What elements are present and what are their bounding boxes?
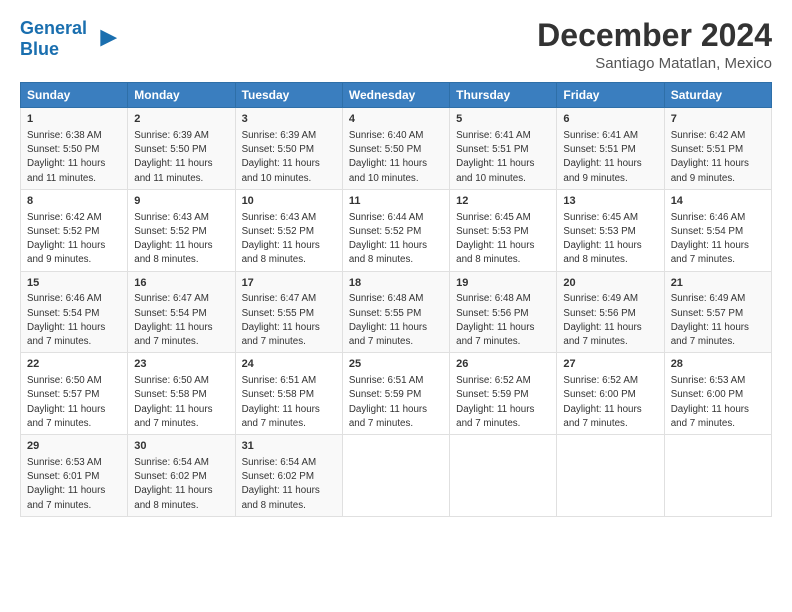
table-row: 24Sunrise: 6:51 AMSunset: 5:58 PMDayligh… [235,353,342,435]
table-row: 18Sunrise: 6:48 AMSunset: 5:55 PMDayligh… [342,271,449,353]
table-row: 7Sunrise: 6:42 AMSunset: 5:51 PMDaylight… [664,108,771,190]
calendar-week-row: 15Sunrise: 6:46 AMSunset: 5:54 PMDayligh… [21,271,772,353]
header: General Blue December 2024 Santiago Mata… [20,18,772,72]
table-row: 23Sunrise: 6:50 AMSunset: 5:58 PMDayligh… [128,353,235,435]
calendar-table: Sunday Monday Tuesday Wednesday Thursday… [20,82,772,517]
table-row: 11Sunrise: 6:44 AMSunset: 5:52 PMDayligh… [342,189,449,271]
table-row: 17Sunrise: 6:47 AMSunset: 5:55 PMDayligh… [235,271,342,353]
calendar-week-row: 8Sunrise: 6:42 AMSunset: 5:52 PMDaylight… [21,189,772,271]
calendar-body: 1Sunrise: 6:38 AMSunset: 5:50 PMDaylight… [21,108,772,517]
logo-text: General Blue [20,18,87,59]
table-row: 5Sunrise: 6:41 AMSunset: 5:51 PMDaylight… [450,108,557,190]
table-row: 26Sunrise: 6:52 AMSunset: 5:59 PMDayligh… [450,353,557,435]
empty-cell [450,435,557,517]
logo-blue: Blue [20,39,87,60]
table-row: 16Sunrise: 6:47 AMSunset: 5:54 PMDayligh… [128,271,235,353]
table-row: 10Sunrise: 6:43 AMSunset: 5:52 PMDayligh… [235,189,342,271]
table-row: 31Sunrise: 6:54 AMSunset: 6:02 PMDayligh… [235,435,342,517]
title-block: December 2024 Santiago Matatlan, Mexico [537,18,772,72]
table-row: 25Sunrise: 6:51 AMSunset: 5:59 PMDayligh… [342,353,449,435]
table-row: 13Sunrise: 6:45 AMSunset: 5:53 PMDayligh… [557,189,664,271]
col-monday: Monday [128,83,235,108]
table-row: 12Sunrise: 6:45 AMSunset: 5:53 PMDayligh… [450,189,557,271]
table-row: 9Sunrise: 6:43 AMSunset: 5:52 PMDaylight… [128,189,235,271]
col-wednesday: Wednesday [342,83,449,108]
calendar-week-row: 1Sunrise: 6:38 AMSunset: 5:50 PMDaylight… [21,108,772,190]
subtitle: Santiago Matatlan, Mexico [537,55,772,72]
table-row: 6Sunrise: 6:41 AMSunset: 5:51 PMDaylight… [557,108,664,190]
empty-cell [342,435,449,517]
col-friday: Friday [557,83,664,108]
empty-cell [664,435,771,517]
col-thursday: Thursday [450,83,557,108]
table-row: 2Sunrise: 6:39 AMSunset: 5:50 PMDaylight… [128,108,235,190]
col-sunday: Sunday [21,83,128,108]
table-row: 30Sunrise: 6:54 AMSunset: 6:02 PMDayligh… [128,435,235,517]
table-row: 14Sunrise: 6:46 AMSunset: 5:54 PMDayligh… [664,189,771,271]
table-row: 15Sunrise: 6:46 AMSunset: 5:54 PMDayligh… [21,271,128,353]
col-tuesday: Tuesday [235,83,342,108]
table-row: 20Sunrise: 6:49 AMSunset: 5:56 PMDayligh… [557,271,664,353]
col-saturday: Saturday [664,83,771,108]
table-row: 1Sunrise: 6:38 AMSunset: 5:50 PMDaylight… [21,108,128,190]
table-row: 4Sunrise: 6:40 AMSunset: 5:50 PMDaylight… [342,108,449,190]
header-row: Sunday Monday Tuesday Wednesday Thursday… [21,83,772,108]
calendar-week-row: 22Sunrise: 6:50 AMSunset: 5:57 PMDayligh… [21,353,772,435]
main-title: December 2024 [537,18,772,53]
table-row: 22Sunrise: 6:50 AMSunset: 5:57 PMDayligh… [21,353,128,435]
table-row: 28Sunrise: 6:53 AMSunset: 6:00 PMDayligh… [664,353,771,435]
table-row: 27Sunrise: 6:52 AMSunset: 6:00 PMDayligh… [557,353,664,435]
logo: General Blue [20,18,119,59]
logo-icon [91,25,119,53]
table-row: 3Sunrise: 6:39 AMSunset: 5:50 PMDaylight… [235,108,342,190]
page: General Blue December 2024 Santiago Mata… [0,0,792,612]
table-row: 29Sunrise: 6:53 AMSunset: 6:01 PMDayligh… [21,435,128,517]
calendar-week-row: 29Sunrise: 6:53 AMSunset: 6:01 PMDayligh… [21,435,772,517]
table-row: 19Sunrise: 6:48 AMSunset: 5:56 PMDayligh… [450,271,557,353]
table-row: 21Sunrise: 6:49 AMSunset: 5:57 PMDayligh… [664,271,771,353]
empty-cell [557,435,664,517]
table-row: 8Sunrise: 6:42 AMSunset: 5:52 PMDaylight… [21,189,128,271]
logo-general: General [20,18,87,38]
